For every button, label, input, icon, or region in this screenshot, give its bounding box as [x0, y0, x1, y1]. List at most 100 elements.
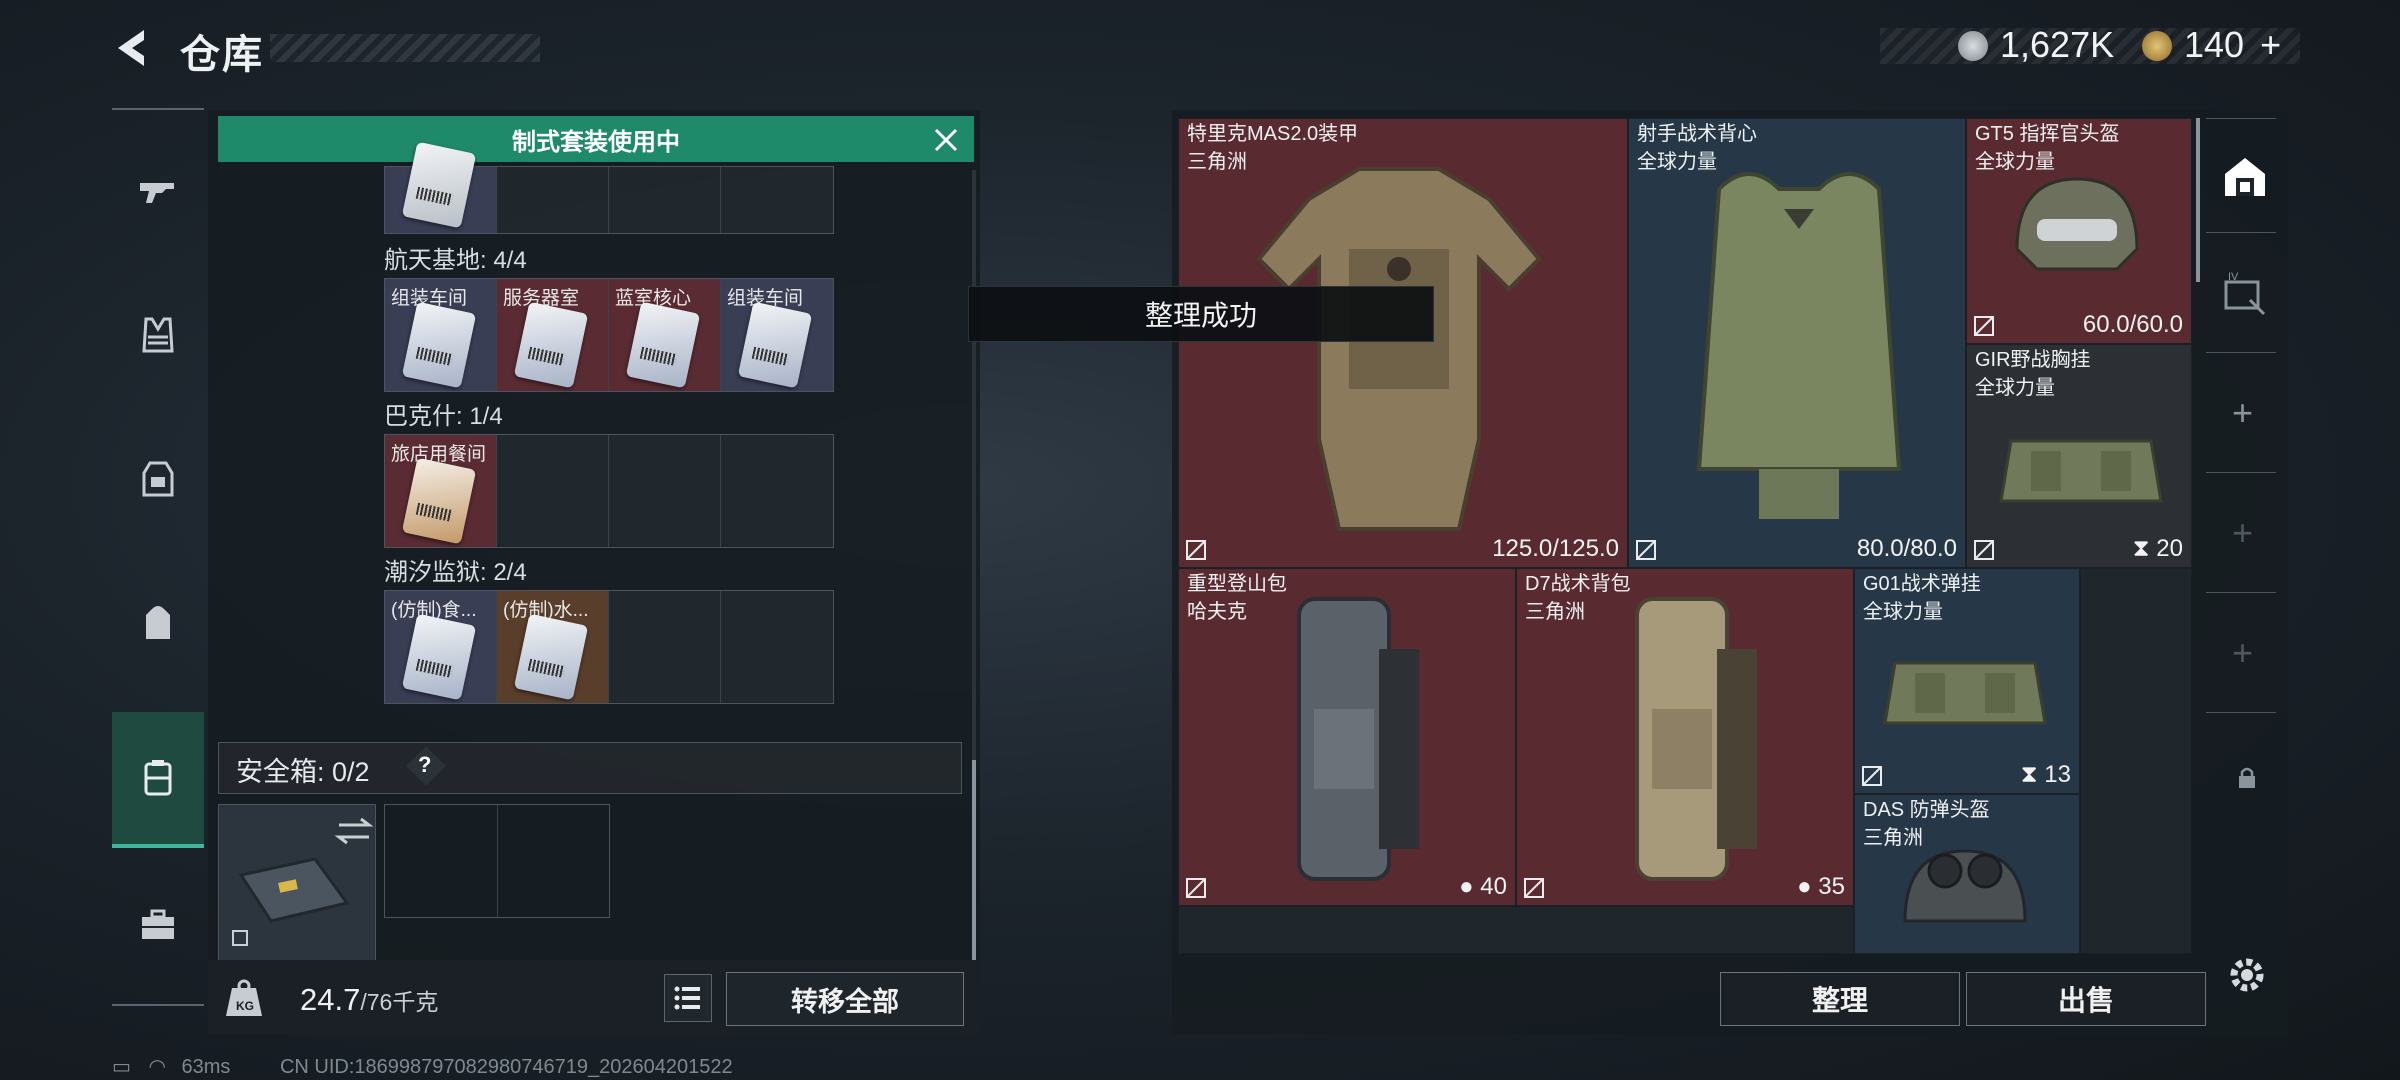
bag-capacity-icon: ●	[1459, 873, 1481, 900]
storage-item[interactable]: GT5 指挥官头盔 全球力量 60.0/60.0	[1966, 118, 2192, 344]
key-group-title: 潮汐监狱: 2/4	[384, 559, 527, 586]
key-slot[interactable]: 组装车间	[385, 279, 497, 391]
key-label: 旅店用餐间	[391, 444, 487, 465]
key-slot[interactable]	[721, 167, 833, 233]
capacity-amount: 13	[2044, 761, 2071, 788]
storage-scrollbar[interactable]	[2196, 118, 2200, 282]
sell-button[interactable]: 出售	[1966, 972, 2206, 1026]
weight-icon: KG	[226, 979, 262, 1016]
keycard-icon	[737, 301, 813, 389]
key-slot[interactable]	[385, 141, 497, 233]
add-currency-icon[interactable]: +	[2260, 24, 2281, 65]
nav-armor[interactable]	[112, 290, 204, 380]
key-slot[interactable]: 旅店用餐间	[385, 435, 497, 547]
currency-gold-value[interactable]: 140 +	[2184, 24, 2281, 66]
capacity-icon: ⧗	[2020, 761, 2045, 788]
wifi-icon: ◠	[148, 1056, 166, 1078]
storage-item[interactable]: 射手战术背心 全球力量 80.0/80.0	[1628, 118, 1966, 568]
no-insure-icon	[1974, 316, 1994, 336]
add-storage-slot-icon[interactable]: +	[2232, 632, 2253, 674]
nav-chest-rig[interactable]	[112, 434, 204, 524]
add-storage-slot-icon[interactable]: +	[2232, 512, 2253, 554]
nav-case[interactable]	[112, 712, 204, 848]
nav-backpack[interactable]	[112, 578, 204, 668]
scrollbar-thumb[interactable]	[972, 760, 976, 960]
item-origin: 哈夫克	[1187, 601, 1247, 623]
key-group-title: 航天基地: 4/4	[384, 247, 527, 274]
key-label: 服务器室	[503, 288, 580, 309]
key-slot[interactable]	[497, 435, 609, 547]
storage-item[interactable]: D7战术背包 三角洲 ● 35	[1516, 568, 1854, 906]
safebox-slot[interactable]	[218, 804, 376, 962]
no-insure-icon	[1524, 878, 1544, 898]
currency-gold-amount: 140	[2184, 24, 2245, 65]
weight-readout: 24.7/76千克	[300, 982, 438, 1018]
key-slot[interactable]	[721, 591, 833, 703]
keycard-icon	[401, 613, 477, 701]
keycard-icon	[401, 301, 477, 389]
nav-divider	[112, 108, 204, 110]
chest-rig-image	[1999, 439, 2163, 503]
storage-item[interactable]: GIR野战胸挂 全球力量 ⧗ 20	[1966, 344, 2192, 568]
storage-expansion-icon[interactable]: IV	[2220, 270, 2270, 320]
key-slot[interactable]: 服务器室	[497, 279, 609, 391]
capacity-amount: 35	[1818, 873, 1845, 900]
back-arrow-icon[interactable]	[110, 24, 158, 72]
item-name: GIR野战胸挂	[1975, 349, 2091, 371]
svg-text:KG: KG	[236, 999, 254, 1013]
silver-coin-icon	[1958, 31, 1988, 61]
key-label: 组装车间	[391, 288, 468, 309]
key-slot[interactable]	[609, 167, 721, 233]
chest-rig-icon	[142, 461, 174, 497]
key-grid: 组装车间 服务器室 蓝室核心 组装车间	[384, 278, 834, 392]
key-label: 蓝室核心	[615, 288, 692, 309]
key-slot[interactable]	[609, 435, 721, 547]
storage-item[interactable]: G01战术弹挂 全球力量 ⧗ 13	[1854, 568, 2080, 794]
key-slot[interactable]	[609, 591, 721, 703]
storage-item[interactable]: DAS 防弹头盔 三角洲	[1854, 794, 2080, 954]
kit-in-use-banner: 制式套装使用中	[218, 116, 974, 162]
rail-divider	[2206, 592, 2276, 593]
item-origin: 全球力量	[1975, 377, 2055, 399]
rail-divider	[2206, 352, 2276, 353]
rail-divider	[2206, 712, 2276, 713]
key-slot[interactable]	[721, 435, 833, 547]
safebox-empty-slots[interactable]	[384, 804, 610, 918]
key-slot[interactable]: (仿制)水...	[497, 591, 609, 703]
toast-message: 整理成功	[968, 286, 1434, 342]
weight-capacity: /76千克	[360, 989, 439, 1015]
key-slot[interactable]	[497, 167, 609, 233]
helmet-image	[2015, 177, 2139, 271]
rail-divider	[2206, 232, 2276, 233]
safebox-case-icon	[232, 817, 374, 946]
transfer-all-button[interactable]: 转移全部	[726, 972, 964, 1026]
item-origin: 全球力量	[1863, 601, 1943, 623]
storage-item[interactable]: 特里克MAS2.0装甲 三角洲 125.0/125.0	[1178, 118, 1628, 568]
nav-toolbox[interactable]	[112, 880, 204, 970]
key-slot[interactable]: (仿制)食...	[385, 591, 497, 703]
helmet-image	[1903, 849, 2027, 923]
add-storage-slot-icon[interactable]: +	[2232, 392, 2253, 434]
close-icon[interactable]	[930, 124, 962, 156]
page-title: 仓库	[180, 33, 264, 77]
durability-value: 125.0/125.0	[1492, 535, 1619, 562]
gear-icon[interactable]	[2224, 952, 2270, 998]
storage-empty-area[interactable]	[2080, 568, 2192, 954]
ping-value: 63ms	[181, 1056, 231, 1078]
key-slot[interactable]: 组装车间	[721, 279, 833, 391]
case-icon	[144, 760, 172, 796]
rail-divider	[2206, 472, 2276, 473]
warehouse-icon[interactable]	[2220, 152, 2270, 202]
help-icon[interactable]: ?	[418, 752, 431, 778]
sort-button[interactable]: 整理	[1720, 972, 1960, 1026]
nav-weapons[interactable]	[112, 146, 204, 236]
lock-icon	[2239, 767, 2255, 788]
uid-text: CN UID:186998797082980746719_20260420152…	[279, 1056, 733, 1078]
storage-item[interactable]: 重型登山包 哈夫克 ● 40	[1178, 568, 1516, 906]
key-slot[interactable]: 蓝室核心	[609, 279, 721, 391]
storage-empty-area[interactable]	[1178, 906, 1854, 954]
keycard-icon	[625, 301, 701, 389]
backpack-image	[1297, 597, 1419, 881]
battery-icon: ▭	[112, 1056, 131, 1078]
list-view-icon[interactable]	[664, 974, 712, 1022]
